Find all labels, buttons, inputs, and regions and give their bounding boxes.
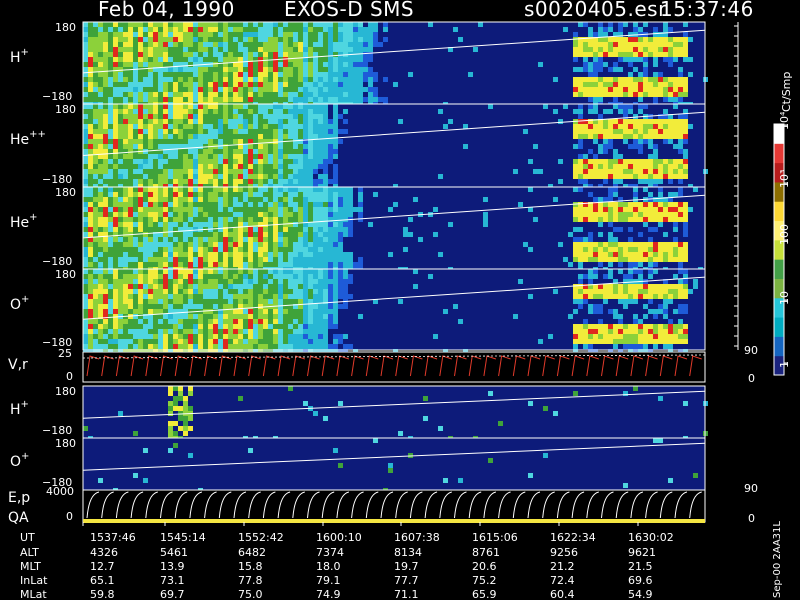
panel-oplus xyxy=(82,268,706,354)
table-cell: 9256 xyxy=(550,546,578,559)
table-cell: 15.8 xyxy=(238,560,263,573)
panel-ymin-hplus: −180 xyxy=(42,90,72,103)
colorbar-swatch xyxy=(774,143,784,164)
ep-ytop: 4000 xyxy=(46,485,74,498)
table-row-label-alt: ALT xyxy=(20,546,39,559)
colorbar-swatch xyxy=(774,336,784,357)
colorbar-tick-label: 10³ xyxy=(778,170,791,188)
vr-label: V,r xyxy=(8,357,28,373)
table-cell: 1537:46 xyxy=(90,531,136,544)
table-cell: 75.2 xyxy=(472,574,497,587)
colorbar-tick-label: 1 xyxy=(778,361,791,368)
colorbar-swatch xyxy=(774,201,784,222)
table-cell: 20.6 xyxy=(472,560,497,573)
colorbar-tick-label: 10 xyxy=(778,291,791,305)
vr-panel xyxy=(82,351,706,383)
table-cell: 69.6 xyxy=(628,574,653,587)
table-cell: 74.9 xyxy=(316,588,341,600)
table-cell: 79.1 xyxy=(316,574,341,587)
table-cell: 73.1 xyxy=(160,574,185,587)
table-cell: 5461 xyxy=(160,546,188,559)
table-cell: 69.7 xyxy=(160,588,185,600)
table-cell: 77.8 xyxy=(238,574,263,587)
table-cell: 21.2 xyxy=(550,560,575,573)
footer-version-label: Sep-00 2AA31L xyxy=(772,521,783,598)
small-panel-hplus2 xyxy=(82,385,708,441)
table-cell: 12.7 xyxy=(90,560,115,573)
table-cell: 1600:10 xyxy=(316,531,362,544)
table-cell: 8134 xyxy=(394,546,422,559)
panel-label-oplus: O+ xyxy=(10,294,29,313)
table-row-label-inlat: InLat xyxy=(20,574,48,587)
table-cell: 1615:06 xyxy=(472,531,518,544)
table-cell: 7374 xyxy=(316,546,344,559)
colorbar-tick-label: 100 xyxy=(778,224,791,245)
table-row-label-ut: UT xyxy=(20,531,35,544)
table-cell: 19.7 xyxy=(394,560,419,573)
table-row-label-mlat: MLat xyxy=(20,588,47,600)
table-cell: 1607:38 xyxy=(394,531,440,544)
table-cell: 13.9 xyxy=(160,560,185,573)
spectrogram-svg: H+180−180He++180−180He+180−180O+180−180V… xyxy=(8,21,791,600)
table-cell: 72.4 xyxy=(550,574,575,587)
table-cell: 6482 xyxy=(238,546,266,559)
table-cell: 75.0 xyxy=(238,588,263,600)
panel-hepp xyxy=(82,103,708,189)
small-panel-ymax-hplus2: 180 xyxy=(55,385,76,398)
table-cell: 1545:14 xyxy=(160,531,206,544)
panel-heplus xyxy=(82,186,706,272)
colorbar-swatch xyxy=(774,259,784,279)
vr-ybot: 0 xyxy=(66,370,73,383)
panel-label-hepp: He++ xyxy=(10,129,46,148)
table-cell: 1630:02 xyxy=(628,531,674,544)
vr-rbot: 0 xyxy=(748,372,755,385)
small-panel-ymax-oplus2: 180 xyxy=(55,437,76,450)
panel-ymax-heplus: 180 xyxy=(55,186,76,199)
small-panel-oplus2 xyxy=(82,437,706,493)
small-panel-ymin-hplus2: −180 xyxy=(42,424,72,437)
colorbar-tick-label: 10⁴ xyxy=(778,111,791,130)
ep-rbot: 0 xyxy=(748,512,755,525)
table-cell: 71.1 xyxy=(394,588,419,600)
table-cell: 77.7 xyxy=(394,574,419,587)
small-panel-label-oplus2: O+ xyxy=(10,451,29,470)
table-cell: 54.9 xyxy=(628,588,653,600)
table-row-label-mlt: MLT xyxy=(20,560,41,573)
table-cell: 60.4 xyxy=(550,588,575,600)
panel-ymax-oplus: 180 xyxy=(55,268,76,281)
panel-ymax-hepp: 180 xyxy=(55,103,76,116)
table-cell: 1552:42 xyxy=(238,531,284,544)
table-cell: 18.0 xyxy=(316,560,341,573)
table-cell: 4326 xyxy=(90,546,118,559)
small-panel-hplus2-bg xyxy=(83,386,705,438)
ep-ybot: 0 xyxy=(66,510,73,523)
table-cell: 8761 xyxy=(472,546,500,559)
colorbar-unit-label: Ct/Smp xyxy=(780,71,793,112)
vr-ytop: 25 xyxy=(58,347,72,360)
panel-hplus xyxy=(82,21,708,107)
ep-frame xyxy=(82,489,706,523)
vr-rtop: 90 xyxy=(744,344,758,357)
ep-rtop: 90 xyxy=(744,482,758,495)
panel-label-hplus: H+ xyxy=(10,47,29,66)
qa-bar xyxy=(83,519,705,523)
table-cell: 21.5 xyxy=(628,560,653,573)
panel-label-heplus: He+ xyxy=(10,212,38,231)
panel-ymin-heplus: −180 xyxy=(42,255,72,268)
table-cell: 65.1 xyxy=(90,574,115,587)
small-panel-label-hplus2: H+ xyxy=(10,399,29,418)
colorbar-swatch xyxy=(774,317,784,337)
panel-ymin-hepp: −180 xyxy=(42,173,72,186)
ep-label: E,p xyxy=(8,490,30,506)
qa-label: QA xyxy=(8,510,29,526)
table-cell: 9621 xyxy=(628,546,656,559)
table-cell: 65.9 xyxy=(472,588,497,600)
sms-spectrogram-page: Feb 04, 1990 EXOS-D SMS s0020405.esr 15:… xyxy=(0,0,800,600)
panel-ymax-hplus: 180 xyxy=(55,21,76,34)
table-cell: 1622:34 xyxy=(550,531,596,544)
table-cell: 59.8 xyxy=(90,588,115,600)
ep-panel xyxy=(82,489,706,523)
